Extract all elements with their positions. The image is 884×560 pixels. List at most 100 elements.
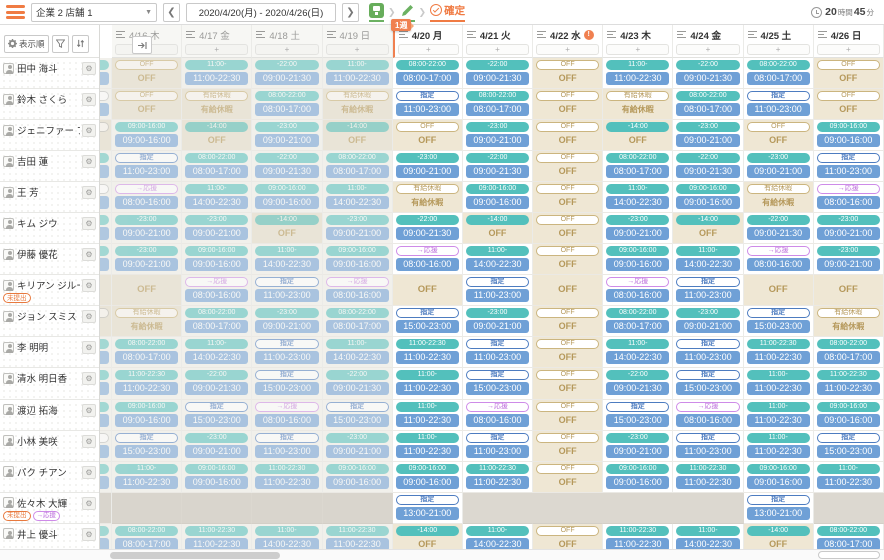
shift-cell[interactable]: 指定11:00-23:00 — [393, 89, 463, 120]
shift-cell[interactable]: →応援08:00-16:00 — [252, 400, 322, 431]
shift-cell[interactable]: OFFOFF — [533, 431, 603, 462]
scrollbar-secondary-thumb[interactable] — [818, 551, 880, 559]
shift-cell[interactable]: 09:00-16:0009:00-16:00 — [182, 244, 252, 275]
date-range-display[interactable]: 2020/4/20(月) - 2020/4/26(日) — [186, 3, 336, 22]
staff-settings-button[interactable]: ⚙ — [82, 310, 96, 323]
shift-cell[interactable]: -22:0009:00-21:30 — [393, 213, 463, 244]
shift-cell[interactable]: OFFOFF — [814, 58, 884, 89]
sort-button[interactable] — [72, 35, 89, 53]
shift-cell[interactable]: 09:00-16:0009:00-16:00 — [814, 120, 884, 151]
shift-cell[interactable]: 11:00-11:00-22:30 — [112, 462, 182, 493]
shift-cell[interactable]: 指定15:00-23:00 — [744, 306, 814, 337]
shift-cell[interactable]: -22:0009:00-21:30 — [323, 368, 393, 399]
shift-cell[interactable]: -23:0009:00-21:00 — [814, 213, 884, 244]
shift-cell[interactable]: →応援08:00-16:00 — [744, 244, 814, 275]
shift-cell[interactable]: 指定11:00-23:00 — [673, 337, 743, 368]
shift-cell[interactable]: 11:00-11:00-22:30 — [393, 431, 463, 462]
shift-cell[interactable]: OFFOFF — [533, 89, 603, 120]
shift-cell[interactable]: 有給休暇有給休暇 — [182, 89, 252, 120]
staff-settings-button[interactable]: ⚙ — [82, 155, 96, 168]
shift-cell[interactable]: 09:00-16:0009:00-16:00 — [182, 462, 252, 493]
shift-cell[interactable]: -22:0009:00-21:30 — [603, 368, 673, 399]
shift-cell[interactable]: OFFOFF — [533, 462, 603, 493]
shift-cell[interactable]: OFFOFF — [533, 368, 603, 399]
shift-cell[interactable]: →応援08:00-16:00 — [814, 182, 884, 213]
shift-cell[interactable]: 指定15:00-23:00 — [182, 400, 252, 431]
shift-cell[interactable]: 指定11:00-23:00 — [673, 275, 743, 306]
shift-cell[interactable]: 08:00-22:0008:00-17:00 — [182, 151, 252, 182]
scrollbar-thumb[interactable] — [110, 552, 280, 559]
add-shift-button[interactable]: + — [606, 44, 669, 55]
shift-cell[interactable]: 指定11:00-23:00 — [112, 151, 182, 182]
shift-cell[interactable]: OFFOFF — [533, 120, 603, 151]
staff-settings-button[interactable]: ⚙ — [82, 341, 96, 354]
shift-cell[interactable]: OFFOFF — [112, 58, 182, 89]
shift-cell[interactable]: 11:00-11:00-22:30 — [182, 58, 252, 89]
shift-cell[interactable]: OFFOFF — [814, 89, 884, 120]
shift-cell[interactable]: 11:00-22:3011:00-22:30 — [814, 368, 884, 399]
staff-settings-button[interactable]: ⚙ — [82, 217, 96, 230]
shift-cell[interactable] — [252, 493, 322, 524]
shift-cell[interactable]: -23:0009:00-21:00 — [603, 213, 673, 244]
shift-cell[interactable]: OFF — [112, 275, 182, 306]
date-header-row[interactable]: 4/19 日 — [323, 25, 392, 44]
shift-cell[interactable]: -14:00OFF — [252, 213, 322, 244]
shift-cell[interactable] — [463, 493, 533, 524]
shift-cell[interactable]: OFFOFF — [533, 244, 603, 275]
shift-cell[interactable]: 11:00-22:3011:00-22:30 — [393, 337, 463, 368]
shift-cell[interactable]: 指定11:00-23:00 — [252, 337, 322, 368]
staff-settings-button[interactable]: ⚙ — [82, 279, 96, 292]
shift-cell[interactable]: →応援08:00-16:00 — [393, 244, 463, 275]
shift-cell[interactable]: -14:00OFF — [673, 213, 743, 244]
shift-cell[interactable]: 11:00-11:00-22:30 — [744, 400, 814, 431]
add-shift-button[interactable]: + — [747, 44, 810, 55]
shift-cell[interactable]: 09:00-16:0009:00-16:00 — [252, 182, 322, 213]
shift-cell[interactable]: 11:00-11:00-22:30 — [323, 58, 393, 89]
confirm-step[interactable]: 確定 — [430, 3, 465, 22]
staff-settings-button[interactable]: ⚙ — [82, 528, 96, 541]
shift-cell[interactable]: 08:00-22:0008:00-17:00 — [323, 151, 393, 182]
date-header-row[interactable]: 4/24 金 — [673, 25, 742, 44]
shift-cell[interactable]: -14:00OFF — [323, 120, 393, 151]
shift-cell[interactable]: 09:00-16:0009:00-16:00 — [814, 400, 884, 431]
shift-cell[interactable]: 指定11:00-23:00 — [252, 275, 322, 306]
shift-cell[interactable]: -22:0009:00-21:30 — [252, 58, 322, 89]
shift-cell[interactable]: 指定15:00-23:00 — [252, 368, 322, 399]
shift-cell[interactable]: 08:00-22:0008:00-17:00 — [603, 151, 673, 182]
shift-cell[interactable]: 11:00-11:00-22:30 — [393, 400, 463, 431]
shift-cell[interactable]: -23:0009:00-21:00 — [252, 306, 322, 337]
date-header-row[interactable]: 4/25 土 — [744, 25, 813, 44]
staff-settings-button[interactable]: ⚙ — [82, 404, 96, 417]
staff-settings-button[interactable]: ⚙ — [82, 93, 96, 106]
shift-cell[interactable]: 11:00-14:00-22:30 — [182, 182, 252, 213]
shift-cell[interactable]: 指定11:00-23:00 — [814, 151, 884, 182]
shift-cell[interactable]: 08:00-22:0008:00-17:00 — [814, 337, 884, 368]
shift-cell[interactable]: 09:00-16:0009:00-16:00 — [603, 462, 673, 493]
add-shift-button[interactable]: + — [817, 44, 880, 55]
shift-cell[interactable] — [673, 493, 743, 524]
shift-cell[interactable] — [182, 493, 252, 524]
shift-cell[interactable]: 有給休暇有給休暇 — [603, 89, 673, 120]
staff-settings-button[interactable]: ⚙ — [82, 248, 96, 261]
date-header-row[interactable]: 4/22 水! — [533, 25, 602, 44]
store-selector[interactable]: 企業 2 店舗 1 ▼ — [31, 3, 157, 22]
shift-cell[interactable]: 11:00-14:00-22:30 — [463, 244, 533, 275]
shift-cell[interactable]: 有給休暇有給休暇 — [814, 306, 884, 337]
shift-cell[interactable]: →応援08:00-16:00 — [182, 275, 252, 306]
shift-cell[interactable]: 09:00-16:0009:00-16:00 — [393, 462, 463, 493]
shift-cell[interactable]: OFF — [744, 275, 814, 306]
shift-cell[interactable]: 11:00-11:00-22:30 — [744, 368, 814, 399]
shift-cell[interactable]: 指定15:00-23:00 — [393, 306, 463, 337]
shift-cell[interactable]: 09:00-16:0009:00-16:00 — [323, 244, 393, 275]
shift-cell[interactable]: -23:0009:00-21:00 — [323, 431, 393, 462]
shift-cell[interactable]: -22:0009:00-21:30 — [463, 151, 533, 182]
shift-cell[interactable]: 11:00-14:00-22:30 — [252, 244, 322, 275]
shift-cell[interactable]: 09:00-16:0009:00-16:00 — [744, 462, 814, 493]
shift-cell[interactable]: -23:0009:00-21:00 — [323, 213, 393, 244]
shift-cell[interactable]: -23:0009:00-21:00 — [112, 213, 182, 244]
add-shift-button[interactable]: + — [255, 44, 318, 55]
display-order-button[interactable]: 表示順 — [4, 35, 49, 53]
shift-cell[interactable]: 11:00-22:3011:00-22:30 — [744, 337, 814, 368]
date-header-row[interactable]: 4/21 火 — [463, 25, 532, 44]
shift-cell[interactable]: 指定15:00-23:00 — [463, 368, 533, 399]
